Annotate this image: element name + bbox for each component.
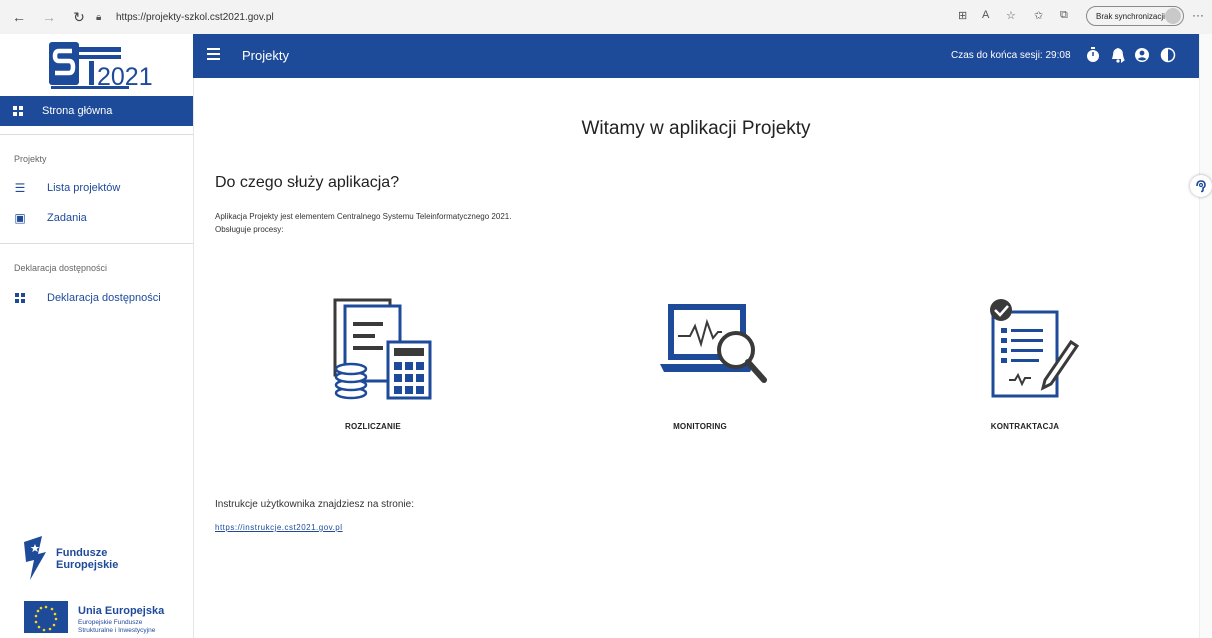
description-line: Aplikacja Projekty jest elementem Centra…: [215, 212, 512, 221]
feature-kontraktacja: KONTRAKTACJA: [945, 298, 1105, 438]
divider: [0, 134, 193, 135]
ue-line2: Europejskie Fundusze: [78, 619, 143, 626]
apps-icon[interactable]: ⊞: [958, 9, 967, 22]
sync-label: Brak synchronizacji: [1096, 11, 1165, 21]
ue-line1: Unia Europejska: [78, 605, 165, 617]
feature-monitoring: MONITORING: [620, 298, 780, 438]
list-icon: ☰: [14, 181, 26, 195]
instructions-link[interactable]: https://instrukcje.cst2021.gov.pl: [215, 523, 343, 532]
sidebar-item-tasks[interactable]: ▣ Zadania: [0, 206, 193, 230]
feature-label: KONTRAKTACJA: [990, 422, 1060, 431]
divider: [0, 243, 193, 244]
sidebar-item-label: Zadania: [47, 212, 87, 224]
session-timer-text: Czas do końca sesji: 29:08: [951, 50, 1071, 61]
feature-label: ROZLICZANIE: [345, 422, 401, 431]
favorite-icon[interactable]: ☆: [1006, 9, 1016, 22]
collections-icon[interactable]: ⧉: [1060, 9, 1068, 22]
logo-year: 2021: [97, 63, 153, 91]
app-title: Projekty: [242, 48, 289, 63]
fundusze-europejskie-logo: Fundusze Europejskie: [24, 536, 118, 580]
sidebar-item-label: Deklaracja dostępności: [47, 292, 161, 304]
ue-line3: Strukturalne i Inwestycyjne: [78, 627, 156, 634]
unia-europejska-logo: Unia Europejska Europejskie Fundusze Str…: [24, 601, 165, 634]
fe-line2: Europejskie: [56, 559, 118, 571]
more-icon[interactable]: ···: [1192, 8, 1204, 22]
feature-rozliczanie: ROZLICZANIE: [293, 298, 453, 438]
calendar-check-icon: ▣: [14, 211, 26, 225]
sidebar-item-home[interactable]: Strona główna: [0, 96, 193, 126]
read-aloud-icon[interactable]: A: [982, 9, 989, 21]
timer-icon[interactable]: [1084, 46, 1102, 64]
contrast-icon[interactable]: [1159, 46, 1177, 64]
fe-line1: Fundusze: [56, 547, 107, 559]
browser-toolbar: ← → ↻ 🔒︎ https://projekty-szkol.cst2021.…: [0, 0, 1212, 35]
account-icon[interactable]: [1133, 46, 1151, 64]
sidebar-item-label: Lista projektów: [47, 182, 121, 194]
accessibility-widget-icon[interactable]: [1190, 175, 1212, 197]
instructions-text: Instrukcje użytkownika znajdziesz na str…: [215, 499, 414, 510]
sidebar: 2021 Strona główna Projekty ☰ Lista proj…: [0, 34, 194, 638]
description: Aplikacja Projekty jest elementem Centra…: [215, 210, 511, 236]
url-text: https://projekty-szkol.cst2021.gov.pl: [116, 11, 274, 23]
section-title-accessibility: Deklaracja dostępności: [14, 263, 108, 273]
back-icon[interactable]: ←: [10, 8, 28, 26]
page-title: Witamy w aplikacji Projekty: [581, 118, 811, 139]
lock-icon: 🔒︎: [96, 11, 102, 23]
feature-label: MONITORING: [673, 422, 727, 431]
dashboard-icon: [15, 293, 25, 303]
section-title-projekty: Projekty: [14, 154, 47, 164]
dashboard-icon: [13, 106, 23, 116]
sidebar-item-accessibility[interactable]: Deklaracja dostępności: [0, 286, 193, 310]
laptop-magnifier-icon: [660, 304, 767, 383]
calculator-documents-icon: [333, 298, 432, 400]
notifications-icon[interactable]: [1109, 46, 1127, 64]
forward-icon[interactable]: →: [40, 8, 58, 26]
app-header: Projekty Czas do końca sesji: 29:08: [193, 34, 1199, 78]
sidebar-item-label: Strona główna: [42, 105, 113, 117]
section-heading: Do czego służy aplikacja?: [215, 174, 400, 191]
sidebar-item-project-list[interactable]: ☰ Lista projektów: [0, 176, 193, 200]
address-bar[interactable]: 🔒︎ https://projekty-szkol.cst2021.gov.pl: [96, 6, 926, 28]
profile-avatar: [1165, 8, 1181, 24]
sync-button[interactable]: Brak synchronizacji: [1086, 6, 1184, 26]
reload-icon[interactable]: ↻: [70, 8, 88, 26]
cst2021-logo: 2021: [49, 42, 153, 91]
description-line: Obsługuje procesy:: [215, 225, 284, 234]
checklist-pen-icon: [990, 299, 1080, 398]
favorites-list-icon[interactable]: ✩: [1034, 9, 1043, 22]
scrollbar[interactable]: [1199, 34, 1212, 638]
menu-icon[interactable]: [207, 48, 220, 63]
